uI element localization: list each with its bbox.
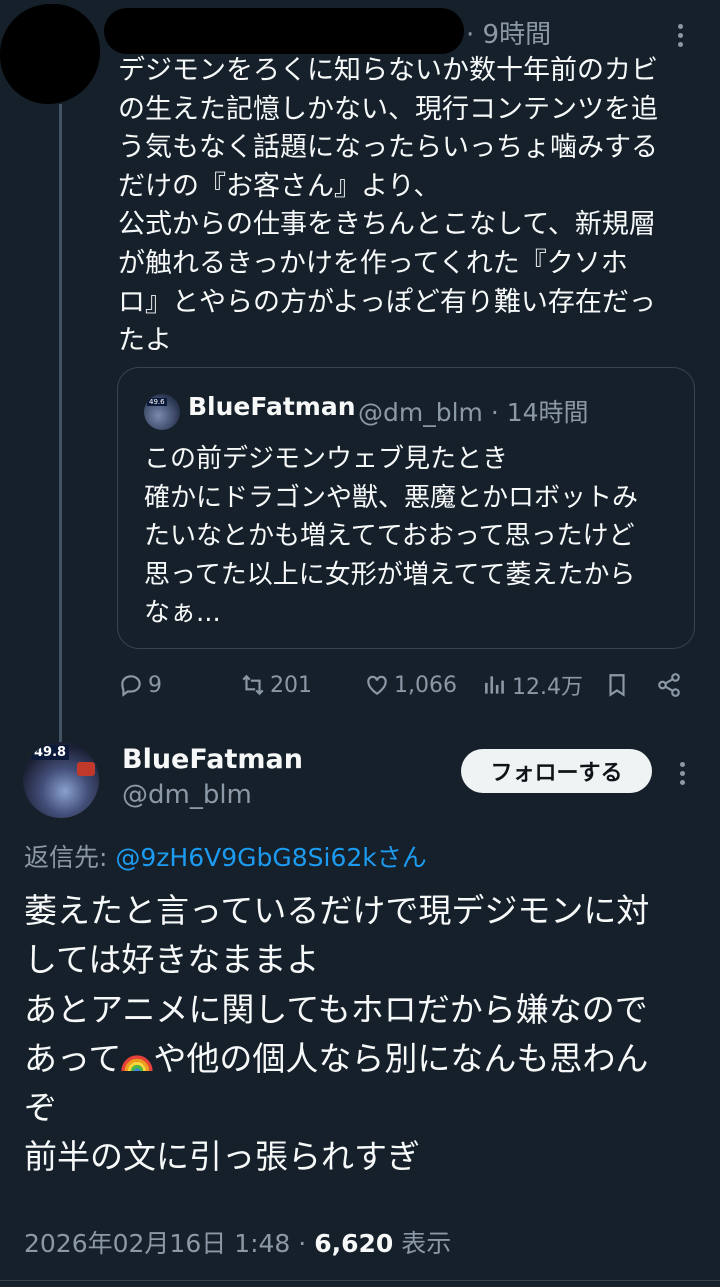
more-options-icon[interactable]	[678, 758, 686, 789]
reply-meta: 2026年02月16日 1:48 · 6,620 表示	[24, 1224, 451, 1260]
parent-timestamp[interactable]: · 9時間	[466, 14, 551, 51]
quoted-tweet-card[interactable]: 49.6 BlueFatman @dm_blm · 14時間 この前デジモンウェ…	[117, 367, 695, 649]
reply-to-line: 返信先: @9zH6V9GbG8Si62kさん	[24, 838, 427, 874]
divider	[0, 1280, 720, 1281]
like-action[interactable]: 1,066	[364, 668, 457, 702]
parent-tweet-text: デジモンをろくに知らないか数十年前のカビ の生えた記憶しかない、現行コンテンツを…	[118, 55, 658, 357]
reply-avatar-badge: 49.8	[31, 745, 70, 760]
quote-author-handle: @dm_blm · 14時間	[358, 398, 589, 427]
reply-avatar[interactable]: 49.8	[23, 742, 99, 818]
reply-avatar-decoration	[77, 762, 95, 776]
reply-tweet-text: 萎えたと言っているだけで現デジモンに対 しては好きなままよ あとアニメに関しても…	[24, 886, 704, 1182]
reply-icon	[121, 675, 141, 697]
reply-view-count: 6,620	[314, 1229, 394, 1258]
repost-action[interactable]: 201	[240, 668, 312, 702]
thread-connector-line	[59, 104, 62, 744]
quote-avatar-badge: 49.6	[147, 398, 167, 406]
reply-author-handle[interactable]: @dm_blm	[122, 780, 252, 810]
redacted-avatar	[0, 4, 100, 104]
redacted-username	[104, 8, 464, 54]
view-count: 12.4万	[512, 675, 583, 700]
share-action[interactable]	[656, 668, 686, 702]
bookmark-action[interactable]	[604, 668, 634, 702]
reply-view-label: 表示	[393, 1229, 452, 1258]
reply-count: 9	[148, 672, 162, 698]
quote-tweet-text: この前デジモンウェブ見たとき 確かにドラゴンや獣、悪魔とかロボットみ たいなとか…	[144, 444, 639, 628]
repost-count: 201	[270, 672, 312, 698]
repost-icon	[242, 674, 264, 696]
more-options-icon[interactable]	[676, 20, 684, 51]
like-count: 1,066	[394, 672, 457, 698]
quote-avatar[interactable]: 49.6	[144, 394, 180, 430]
bar-chart-icon	[485, 676, 504, 694]
reply-action[interactable]: 9	[118, 668, 162, 702]
quote-author-name[interactable]: BlueFatman	[188, 392, 356, 421]
reply-timestamp[interactable]: 2026年02月16日 1:48 ·	[24, 1229, 314, 1258]
follow-button[interactable]: フォローする	[461, 749, 652, 793]
reply-to-prefix: 返信先:	[24, 843, 116, 872]
rainbow-emoji-icon	[121, 1055, 153, 1072]
views-action[interactable]: 12.4万	[482, 668, 583, 702]
reply-author-name[interactable]: BlueFatman	[122, 744, 303, 775]
reply-to-handle-link[interactable]: @9zH6V9GbG8Si62kさん	[115, 843, 426, 872]
heart-icon	[367, 675, 387, 695]
share-icon	[658, 673, 680, 697]
bookmark-icon	[609, 674, 625, 697]
